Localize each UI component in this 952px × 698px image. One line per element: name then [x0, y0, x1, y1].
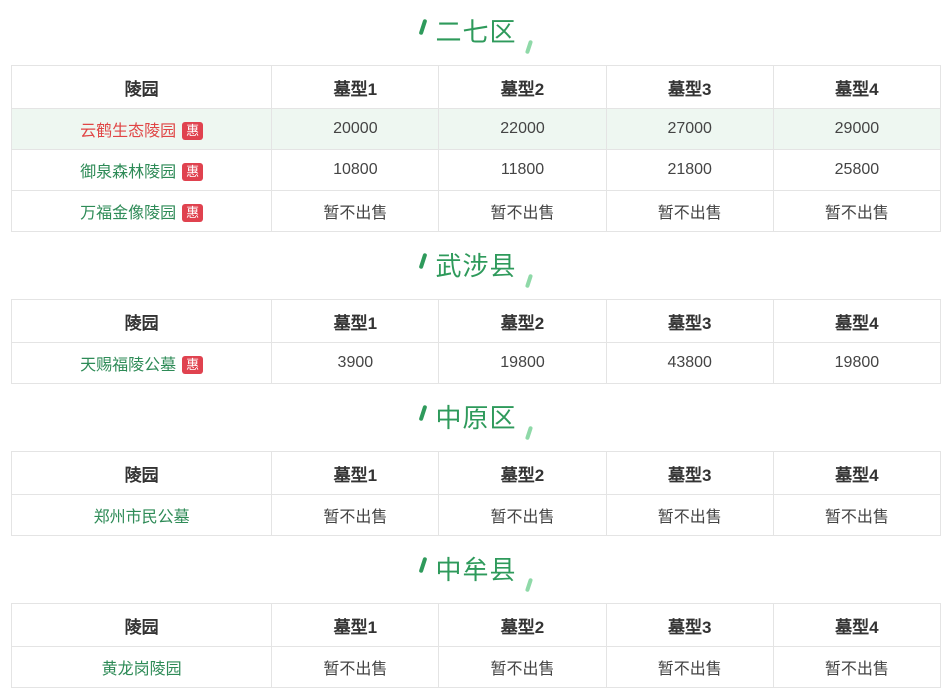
header-type-1: 墓型1 [271, 65, 440, 109]
price-cell: 29000 [772, 108, 942, 150]
cemetery-table-erqi: 陵园 墓型1 墓型2 墓型3 墓型4 云鹤生态陵园惠 20000 22000 2… [10, 65, 942, 232]
header-type-2: 墓型2 [438, 299, 607, 343]
price-cell: 暂不出售 [438, 494, 607, 536]
header-type-3: 墓型3 [605, 603, 774, 647]
title-deco-right [524, 577, 533, 593]
title-deco-right [524, 273, 533, 289]
discount-badge: 惠 [182, 204, 204, 222]
cemetery-link[interactable]: 天赐福陵公墓 [80, 357, 176, 374]
table-header-row: 陵园 墓型1 墓型2 墓型3 墓型4 [10, 299, 942, 343]
title-deco-left [419, 252, 428, 270]
cemetery-table-zhongyuan: 陵园 墓型1 墓型2 墓型3 墓型4 郑州市民公墓 暂不出售 暂不出售 暂不出售… [10, 451, 942, 536]
discount-badge: 惠 [182, 356, 204, 374]
title-deco-right [524, 39, 533, 55]
price-cell: 暂不出售 [271, 646, 440, 688]
price-cell: 10800 [271, 149, 440, 191]
cemetery-link[interactable]: 万福金像陵园 [80, 205, 176, 222]
cemetery-cell: 御泉森林陵园惠 [10, 149, 273, 191]
cemetery-table-wushe: 陵园 墓型1 墓型2 墓型3 墓型4 天赐福陵公墓惠 3900 19800 43… [10, 299, 942, 384]
region-title-text: 二七区 [435, 17, 517, 47]
header-type-1: 墓型1 [271, 451, 440, 495]
cemetery-table-zhongmou: 陵园 墓型1 墓型2 墓型3 墓型4 黄龙岗陵园 暂不出售 暂不出售 暂不出售 … [10, 603, 942, 688]
cemetery-cell: 万福金像陵园惠 [10, 190, 273, 232]
price-cell: 25800 [772, 149, 942, 191]
header-type-3: 墓型3 [605, 299, 774, 343]
header-type-2: 墓型2 [438, 65, 607, 109]
price-cell: 暂不出售 [271, 190, 440, 232]
region-title-zhongmou: 中牟县 [0, 550, 952, 593]
cemetery-link[interactable]: 御泉森林陵园 [80, 164, 176, 181]
header-type-4: 墓型4 [772, 603, 942, 647]
price-cell: 3900 [271, 342, 440, 384]
title-deco-right [524, 425, 533, 441]
price-cell: 19800 [438, 342, 607, 384]
cemetery-cell: 黄龙岗陵园 [10, 646, 273, 688]
table-header-row: 陵园 墓型1 墓型2 墓型3 墓型4 [10, 603, 942, 647]
price-cell: 暂不出售 [605, 190, 774, 232]
region-title-zhongyuan: 中原区 [0, 398, 952, 441]
table-row: 御泉森林陵园惠 10800 11800 21800 25800 [10, 149, 942, 191]
region-title-text: 武涉县 [435, 251, 517, 281]
price-cell: 27000 [605, 108, 774, 150]
title-deco-left [419, 404, 428, 422]
header-type-2: 墓型2 [438, 451, 607, 495]
price-cell: 暂不出售 [605, 646, 774, 688]
table-row: 黄龙岗陵园 暂不出售 暂不出售 暂不出售 暂不出售 [10, 646, 942, 688]
page: 二七区 陵园 墓型1 墓型2 墓型3 墓型4 云鹤生态陵园惠 20000 220… [0, 0, 952, 698]
price-cell: 暂不出售 [438, 646, 607, 688]
header-type-2: 墓型2 [438, 603, 607, 647]
price-cell: 暂不出售 [772, 494, 942, 536]
price-cell: 暂不出售 [438, 190, 607, 232]
header-type-3: 墓型3 [605, 451, 774, 495]
price-cell: 22000 [438, 108, 607, 150]
table-header-row: 陵园 墓型1 墓型2 墓型3 墓型4 [10, 451, 942, 495]
header-type-4: 墓型4 [772, 451, 942, 495]
header-cemetery: 陵园 [10, 451, 273, 495]
header-type-4: 墓型4 [772, 65, 942, 109]
region-title-wushe: 武涉县 [0, 246, 952, 289]
table-row: 云鹤生态陵园惠 20000 22000 27000 29000 [10, 108, 942, 150]
cemetery-link[interactable]: 黄龙岗陵园 [102, 661, 182, 678]
header-cemetery: 陵园 [10, 299, 273, 343]
price-cell: 43800 [605, 342, 774, 384]
price-cell: 11800 [438, 149, 607, 191]
table-row: 郑州市民公墓 暂不出售 暂不出售 暂不出售 暂不出售 [10, 494, 942, 536]
header-type-3: 墓型3 [605, 65, 774, 109]
price-cell: 19800 [772, 342, 942, 384]
header-type-1: 墓型1 [271, 603, 440, 647]
header-type-1: 墓型1 [271, 299, 440, 343]
discount-badge: 惠 [182, 122, 204, 140]
price-cell: 暂不出售 [772, 646, 942, 688]
region-title-text: 中原区 [435, 403, 517, 433]
discount-badge: 惠 [182, 163, 204, 181]
header-cemetery: 陵园 [10, 603, 273, 647]
cemetery-link[interactable]: 云鹤生态陵园 [80, 123, 176, 140]
price-cell: 20000 [271, 108, 440, 150]
region-title-text: 中牟县 [435, 555, 517, 585]
header-type-4: 墓型4 [772, 299, 942, 343]
title-deco-left [419, 18, 428, 36]
title-deco-left [419, 556, 428, 574]
table-row: 万福金像陵园惠 暂不出售 暂不出售 暂不出售 暂不出售 [10, 190, 942, 232]
region-title-erqi: 二七区 [0, 12, 952, 55]
price-cell: 暂不出售 [605, 494, 774, 536]
cemetery-cell: 郑州市民公墓 [10, 494, 273, 536]
cemetery-link[interactable]: 郑州市民公墓 [94, 509, 190, 526]
header-cemetery: 陵园 [10, 65, 273, 109]
table-row: 天赐福陵公墓惠 3900 19800 43800 19800 [10, 342, 942, 384]
cemetery-cell: 云鹤生态陵园惠 [10, 108, 273, 150]
table-header-row: 陵园 墓型1 墓型2 墓型3 墓型4 [10, 65, 942, 109]
price-cell: 暂不出售 [772, 190, 942, 232]
price-cell: 21800 [605, 149, 774, 191]
cemetery-cell: 天赐福陵公墓惠 [10, 342, 273, 384]
price-cell: 暂不出售 [271, 494, 440, 536]
